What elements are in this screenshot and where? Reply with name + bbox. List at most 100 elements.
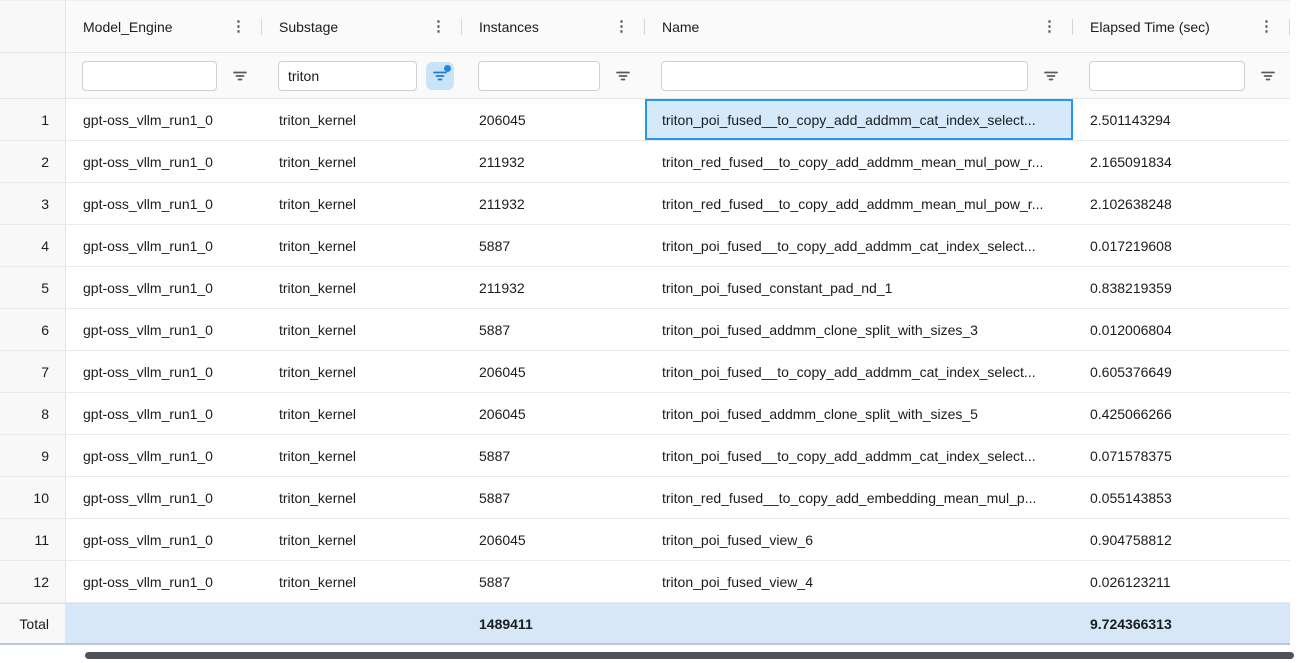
substage-filter-input[interactable]	[278, 61, 417, 91]
cell-substage[interactable]: triton_kernel	[262, 561, 462, 602]
column-label: Model_Engine	[83, 19, 225, 35]
cell-instances[interactable]: 5887	[462, 477, 645, 518]
cell-elapsed-time[interactable]: 0.904758812	[1073, 519, 1290, 560]
table-row: 8 gpt-oss_vllm_run1_0 triton_kernel 2060…	[0, 393, 1290, 435]
cell-elapsed-time[interactable]: 0.071578375	[1073, 435, 1290, 476]
cell-name[interactable]: triton_poi_fused_view_6	[645, 519, 1073, 560]
cell-name[interactable]: triton_poi_fused_addmm_clone_split_with_…	[645, 309, 1073, 350]
cell-elapsed-time[interactable]: 2.501143294	[1073, 99, 1290, 140]
horizontal-scrollbar[interactable]	[85, 652, 1294, 659]
column-header-substage[interactable]: Substage ⋮	[262, 1, 462, 52]
table-row: 10 gpt-oss_vllm_run1_0 triton_kernel 588…	[0, 477, 1290, 519]
filter-icon-button[interactable]	[1254, 62, 1282, 90]
model-engine-filter-input[interactable]	[82, 61, 217, 91]
column-label: Instances	[479, 19, 608, 35]
cell-instances[interactable]: 211932	[462, 183, 645, 224]
cell-model-engine[interactable]: gpt-oss_vllm_run1_0	[66, 561, 262, 602]
filter-icon-button[interactable]	[609, 62, 637, 90]
row-number: 10	[0, 477, 66, 518]
cell-model-engine[interactable]: gpt-oss_vllm_run1_0	[66, 141, 262, 182]
cell-instances[interactable]: 5887	[462, 225, 645, 266]
cell-substage[interactable]: triton_kernel	[262, 225, 462, 266]
cell-instances[interactable]: 206045	[462, 519, 645, 560]
cell-name[interactable]: triton_poi_fused__to_copy_add_addmm_cat_…	[645, 225, 1073, 266]
cell-elapsed-time[interactable]: 0.012006804	[1073, 309, 1290, 350]
filter-cell-elapsed-time	[1073, 53, 1290, 98]
cell-instances[interactable]: 211932	[462, 141, 645, 182]
cell-elapsed-time[interactable]: 0.017219608	[1073, 225, 1290, 266]
column-menu-icon[interactable]: ⋮	[225, 19, 252, 34]
column-header-elapsed-time[interactable]: Elapsed Time (sec) ⋮	[1073, 1, 1290, 52]
cell-instances[interactable]: 211932	[462, 267, 645, 308]
cell-model-engine[interactable]: gpt-oss_vllm_run1_0	[66, 519, 262, 560]
cell-model-engine[interactable]: gpt-oss_vllm_run1_0	[66, 267, 262, 308]
row-number-header	[0, 1, 66, 52]
table-row: 2 gpt-oss_vllm_run1_0 triton_kernel 2119…	[0, 141, 1290, 183]
cell-instances[interactable]: 206045	[462, 99, 645, 140]
cell-name[interactable]: triton_poi_fused_addmm_clone_split_with_…	[645, 393, 1073, 434]
filter-icon-button-active[interactable]	[426, 62, 454, 90]
filter-cell-instances	[462, 53, 645, 98]
cell-model-engine[interactable]: gpt-oss_vllm_run1_0	[66, 477, 262, 518]
cell-substage[interactable]: triton_kernel	[262, 435, 462, 476]
cell-elapsed-time[interactable]: 2.165091834	[1073, 141, 1290, 182]
cell-instances[interactable]: 206045	[462, 351, 645, 392]
cell-name[interactable]: triton_poi_fused__to_copy_add_addmm_cat_…	[645, 99, 1073, 140]
cell-instances[interactable]: 5887	[462, 309, 645, 350]
filter-cell-model-engine	[66, 53, 262, 98]
name-filter-input[interactable]	[661, 61, 1028, 91]
cell-model-engine[interactable]: gpt-oss_vllm_run1_0	[66, 309, 262, 350]
cell-substage[interactable]: triton_kernel	[262, 309, 462, 350]
row-number: 8	[0, 393, 66, 434]
column-header-name[interactable]: Name ⋮	[645, 1, 1073, 52]
column-label: Name	[662, 19, 1036, 35]
column-menu-icon[interactable]: ⋮	[1036, 19, 1063, 34]
cell-substage[interactable]: triton_kernel	[262, 141, 462, 182]
cell-elapsed-time[interactable]: 0.425066266	[1073, 393, 1290, 434]
cell-instances[interactable]: 206045	[462, 393, 645, 434]
cell-substage[interactable]: triton_kernel	[262, 99, 462, 140]
cell-model-engine[interactable]: gpt-oss_vllm_run1_0	[66, 183, 262, 224]
row-number: 5	[0, 267, 66, 308]
table-row: 1 gpt-oss_vllm_run1_0 triton_kernel 2060…	[0, 99, 1290, 141]
cell-model-engine[interactable]: gpt-oss_vllm_run1_0	[66, 99, 262, 140]
column-menu-icon[interactable]: ⋮	[1253, 19, 1280, 34]
column-headers: Model_Engine ⋮ Substage ⋮ Instances ⋮ Na…	[0, 1, 1290, 53]
cell-substage[interactable]: triton_kernel	[262, 519, 462, 560]
column-menu-icon[interactable]: ⋮	[425, 19, 452, 34]
column-menu-icon[interactable]: ⋮	[608, 19, 635, 34]
cell-name[interactable]: triton_poi_fused_constant_pad_nd_1	[645, 267, 1073, 308]
total-spacer-model-engine	[66, 604, 262, 643]
cell-model-engine[interactable]: gpt-oss_vllm_run1_0	[66, 351, 262, 392]
row-number: 2	[0, 141, 66, 182]
cell-elapsed-time[interactable]: 0.055143853	[1073, 477, 1290, 518]
cell-substage[interactable]: triton_kernel	[262, 477, 462, 518]
column-header-model-engine[interactable]: Model_Engine ⋮	[66, 1, 262, 52]
cell-instances[interactable]: 5887	[462, 561, 645, 602]
cell-model-engine[interactable]: gpt-oss_vllm_run1_0	[66, 435, 262, 476]
table-row: 6 gpt-oss_vllm_run1_0 triton_kernel 5887…	[0, 309, 1290, 351]
cell-name[interactable]: triton_red_fused__to_copy_add_embedding_…	[645, 477, 1073, 518]
cell-elapsed-time[interactable]: 2.102638248	[1073, 183, 1290, 224]
filter-icon-button[interactable]	[1037, 62, 1065, 90]
cell-name[interactable]: triton_red_fused__to_copy_add_addmm_mean…	[645, 141, 1073, 182]
cell-model-engine[interactable]: gpt-oss_vllm_run1_0	[66, 393, 262, 434]
cell-elapsed-time[interactable]: 0.605376649	[1073, 351, 1290, 392]
cell-elapsed-time[interactable]: 0.026123211	[1073, 561, 1290, 602]
elapsed-time-filter-input[interactable]	[1089, 61, 1245, 91]
row-number: 7	[0, 351, 66, 392]
filter-icon-button[interactable]	[226, 62, 254, 90]
cell-name[interactable]: triton_poi_fused_view_4	[645, 561, 1073, 602]
cell-elapsed-time[interactable]: 0.838219359	[1073, 267, 1290, 308]
cell-instances[interactable]: 5887	[462, 435, 645, 476]
cell-name[interactable]: triton_poi_fused__to_copy_add_addmm_cat_…	[645, 435, 1073, 476]
cell-name[interactable]: triton_red_fused__to_copy_add_addmm_mean…	[645, 183, 1073, 224]
cell-substage[interactable]: triton_kernel	[262, 351, 462, 392]
cell-substage[interactable]: triton_kernel	[262, 267, 462, 308]
cell-name[interactable]: triton_poi_fused__to_copy_add_addmm_cat_…	[645, 351, 1073, 392]
column-header-instances[interactable]: Instances ⋮	[462, 1, 645, 52]
instances-filter-input[interactable]	[478, 61, 600, 91]
cell-substage[interactable]: triton_kernel	[262, 393, 462, 434]
cell-substage[interactable]: triton_kernel	[262, 183, 462, 224]
cell-model-engine[interactable]: gpt-oss_vllm_run1_0	[66, 225, 262, 266]
